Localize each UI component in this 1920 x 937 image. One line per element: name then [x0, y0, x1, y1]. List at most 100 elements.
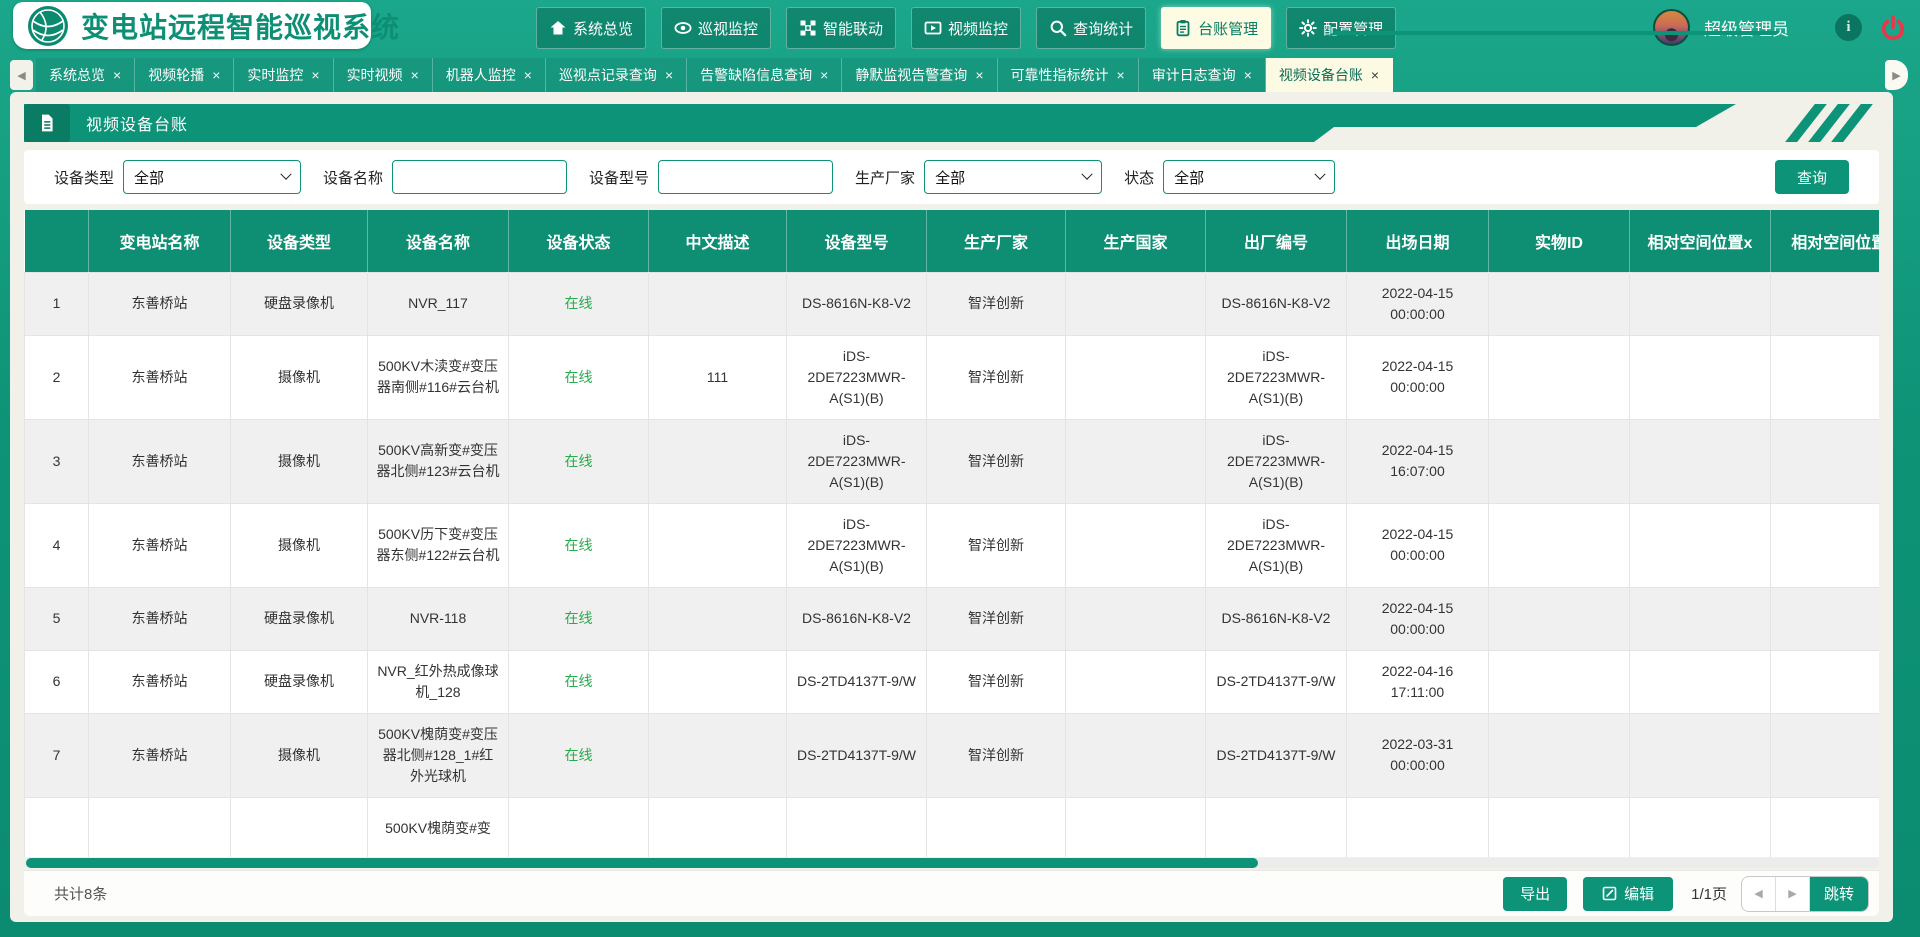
chevron-down-icon: [1314, 169, 1325, 180]
title-bar-stripes: [1800, 104, 1900, 142]
table-cell: [1630, 587, 1771, 650]
tab-label: 巡视点记录查询: [559, 65, 657, 85]
table-row[interactable]: 5东善桥站硬盘录像机NVR-118在线DS-8616N-K8-V2智洋创新DS-…: [25, 587, 1880, 650]
home-icon: [549, 19, 567, 37]
table-cell: DS-8616N-K8-V2: [787, 587, 927, 650]
close-icon[interactable]: ×: [524, 68, 532, 82]
nav-button-clipboard[interactable]: 台账管理: [1161, 7, 1271, 49]
tab-label: 系统总览: [49, 65, 105, 85]
table-cell: [649, 587, 787, 650]
horizontal-scrollbar-thumb[interactable]: [26, 858, 1258, 868]
table-cell: [1771, 419, 1880, 503]
close-icon[interactable]: ×: [665, 68, 673, 82]
device-model-label: 设备型号: [589, 167, 649, 188]
filter-manufacturer: 生产厂家 全部: [855, 160, 1102, 194]
tab-视频设备台账[interactable]: 视频设备台账×: [1266, 58, 1393, 92]
tab-实时视频[interactable]: 实时视频×: [334, 58, 433, 92]
page-title: 视频设备台账: [86, 104, 188, 142]
table-row[interactable]: 3东善桥站摄像机500KV高新变#变压器北侧#123#云台机在线iDS-2DE7…: [25, 419, 1880, 503]
table-row[interactable]: 2东善桥站摄像机500KV木渎变#变压器南侧#116#云台机在线111iDS-2…: [25, 335, 1880, 419]
device-name-input[interactable]: [392, 160, 567, 194]
table-cell: [1066, 587, 1206, 650]
table-cell: [89, 797, 231, 857]
tab-label: 机器人监控: [446, 65, 516, 85]
device-type-select[interactable]: 全部: [123, 160, 301, 194]
tab-告警缺陷信息查询[interactable]: 告警缺陷信息查询×: [687, 58, 842, 92]
table-cell: [787, 797, 927, 857]
edit-button[interactable]: 编辑: [1583, 877, 1673, 911]
close-icon[interactable]: ×: [1117, 68, 1125, 82]
nav-button-gear[interactable]: 配置管理: [1286, 7, 1396, 49]
manufacturer-label: 生产厂家: [855, 167, 915, 188]
tab-可靠性指标统计[interactable]: 可靠性指标统计×: [998, 58, 1139, 92]
power-icon[interactable]: [1880, 15, 1906, 41]
info-icon[interactable]: i: [1835, 14, 1862, 41]
nav-label: 台账管理: [1198, 18, 1258, 39]
app-title: 变电站远程智能巡视系统: [81, 6, 400, 46]
clipboard-icon: [1174, 19, 1192, 37]
filter-status: 状态 全部: [1124, 160, 1335, 194]
close-icon[interactable]: ×: [1371, 68, 1379, 82]
export-button[interactable]: 导出: [1503, 877, 1567, 911]
close-icon[interactable]: ×: [113, 68, 121, 82]
table-cell: 4: [25, 503, 89, 587]
table-row[interactable]: 7东善桥站摄像机500KV槐荫变#变压器北侧#128_1#红外光球机在线DS-2…: [25, 713, 1880, 797]
main-nav: 系统总览巡视监控智能联动 视频监控 查询统计 台账管理 配置管理: [536, 7, 1396, 49]
tab-scroll-right-icon[interactable]: ▶: [1885, 60, 1908, 90]
close-icon[interactable]: ×: [311, 68, 319, 82]
table-cell: 500KV历下变#变压器东侧#122#云台机: [368, 503, 509, 587]
table-cell: DS-8616N-K8-V2: [1206, 587, 1347, 650]
table-cell: 东善桥站: [89, 650, 231, 713]
table-cell: [1630, 797, 1771, 857]
table-row[interactable]: 6东善桥站硬盘录像机NVR_红外热成像球机_128在线DS-2TD4137T-9…: [25, 650, 1880, 713]
table-row[interactable]: 500KV槐荫变#变: [25, 797, 1880, 857]
table-cell: 1: [25, 272, 89, 335]
bottom-bar: 共计8条 导出 编辑 1/1页 ◀ ▶ 跳转: [24, 870, 1879, 916]
column-header: 变电站名称: [89, 210, 231, 272]
table-cell: [1347, 797, 1489, 857]
manufacturer-select[interactable]: 全部: [924, 160, 1102, 194]
title-bar-underline: [1328, 31, 1780, 35]
tab-scroll-left-icon[interactable]: ◀: [10, 60, 33, 90]
tab-视频轮播[interactable]: 视频轮播×: [135, 58, 234, 92]
close-icon[interactable]: ×: [1244, 68, 1252, 82]
tab-机器人监控[interactable]: 机器人监控 ×: [433, 58, 546, 92]
table-cell: DS-2TD4137T-9/W: [1206, 713, 1347, 797]
tab-实时监控[interactable]: 实时监控×: [234, 58, 333, 92]
table-cell: 东善桥站: [89, 419, 231, 503]
table-header-row: 变电站名称设备类型设备名称设备状态中文描述设备型号生产厂家生产国家出厂编号出场日…: [25, 210, 1880, 272]
table-cell: 智洋创新: [927, 650, 1066, 713]
column-header: 出厂编号: [1206, 210, 1347, 272]
table-cell: 在线: [509, 713, 649, 797]
nav-button-search[interactable]: 查询统计: [1036, 7, 1146, 49]
page-background: 变电站远程智能巡视系统 系统总览巡视监控智能联动视频监控查询统计台账管理配置管理…: [0, 0, 1920, 937]
nav-button-link[interactable]: 智能联动: [786, 7, 896, 49]
avatar[interactable]: [1653, 9, 1690, 46]
table-cell: 东善桥站: [89, 587, 231, 650]
tab-审计日志查询[interactable]: 审计日志查询×: [1139, 58, 1266, 92]
device-model-input[interactable]: [658, 160, 833, 194]
nav-label: 视频监控: [948, 18, 1008, 39]
close-icon[interactable]: ×: [820, 68, 828, 82]
table-cell: [1771, 797, 1880, 857]
table-row[interactable]: 1东善桥站硬盘录像机NVR_117在线DS-8616N-K8-V2智洋创新DS-…: [25, 272, 1880, 335]
status-select[interactable]: 全部: [1163, 160, 1335, 194]
nav-button-video[interactable]: 视频监控: [911, 7, 1021, 49]
table-row[interactable]: 4东善桥站摄像机500KV历下变#变压器东侧#122#云台机在线iDS-2DE7…: [25, 503, 1880, 587]
tab-系统总览[interactable]: 系统总览 ×: [36, 58, 135, 92]
close-icon[interactable]: ×: [411, 68, 419, 82]
horizontal-scrollbar-track[interactable]: [24, 858, 1879, 868]
nav-button-home[interactable]: 系统总览: [536, 7, 646, 49]
table-cell: [1066, 713, 1206, 797]
close-icon[interactable]: ×: [975, 68, 983, 82]
tab-静默监视告警查询[interactable]: 静默监视告警查询×: [842, 58, 997, 92]
nav-button-eye[interactable]: 巡视监控: [661, 7, 771, 49]
prev-page-icon[interactable]: ◀: [1742, 877, 1776, 911]
search-button[interactable]: 查询: [1775, 160, 1849, 194]
next-page-icon[interactable]: ▶: [1776, 877, 1810, 911]
jump-button[interactable]: 跳转: [1810, 877, 1868, 911]
table-cell: 在线: [509, 335, 649, 419]
close-icon[interactable]: ×: [212, 68, 220, 82]
tab-巡视点记录查询[interactable]: 巡视点记录查询 ×: [546, 58, 687, 92]
table-body: 1东善桥站硬盘录像机NVR_117在线DS-8616N-K8-V2智洋创新DS-…: [25, 272, 1880, 857]
